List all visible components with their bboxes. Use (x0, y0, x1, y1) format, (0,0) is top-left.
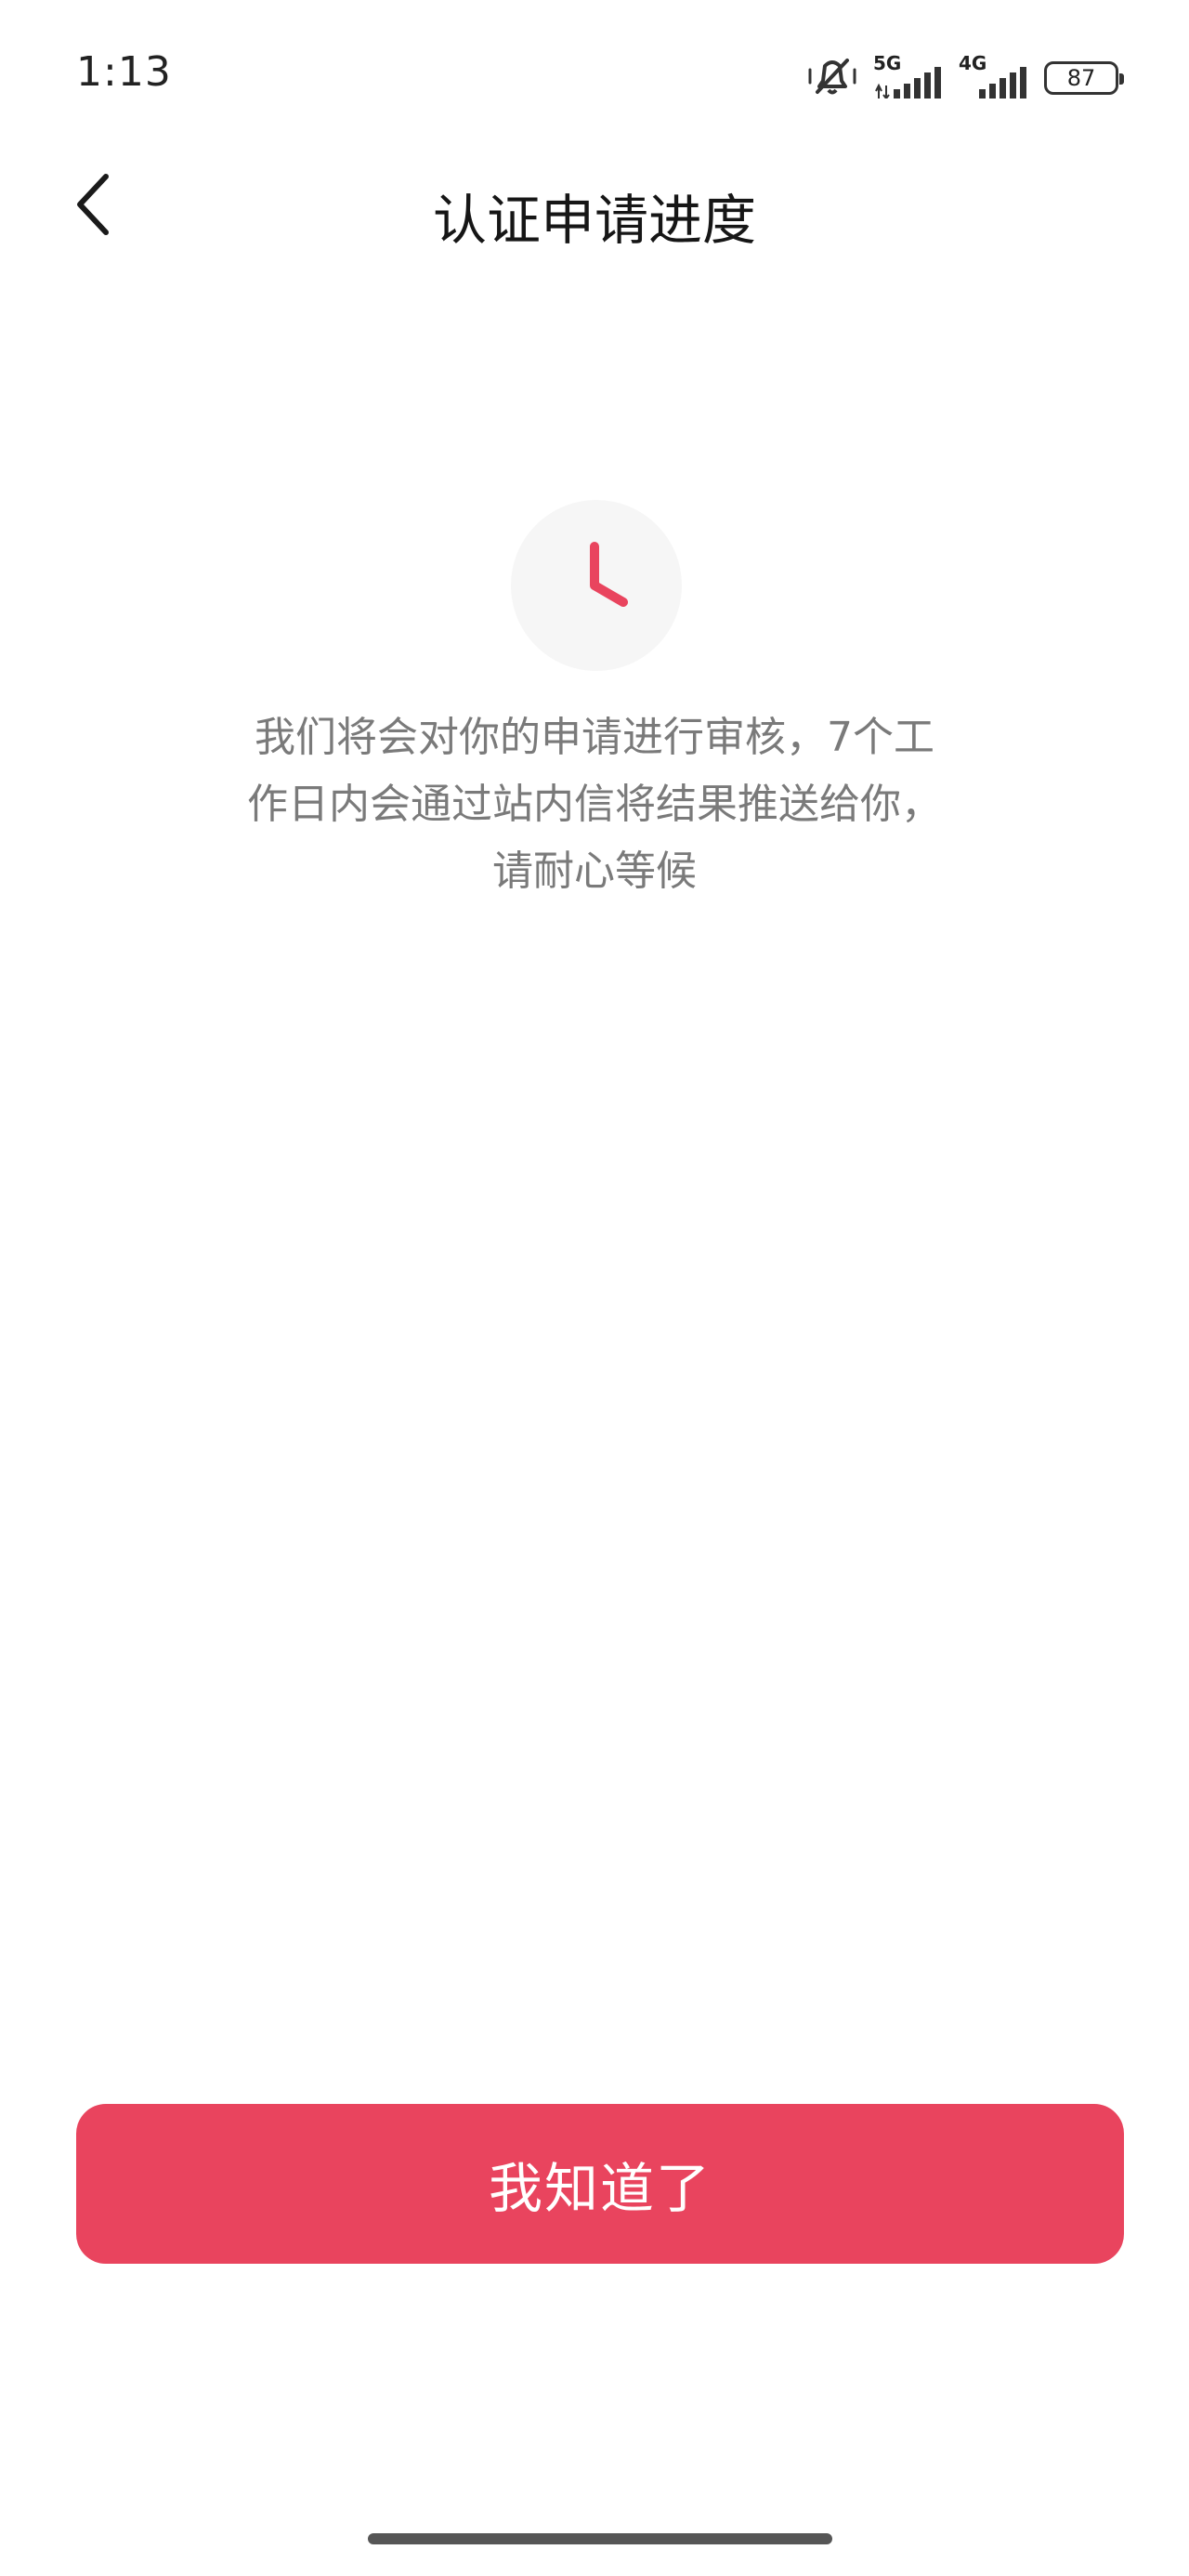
pending-status-badge (511, 500, 682, 671)
header: 认证申请进度 (0, 149, 1189, 269)
home-indicator[interactable] (368, 2533, 832, 2544)
review-message-line-3: 请耐心等候 (492, 848, 697, 895)
review-message-line-2: 作日内会通过站内信将结果推送给你， (247, 781, 942, 828)
status-bar: 1:13 5G 4G 87 (0, 0, 1189, 158)
mute-vibrate-icon (806, 53, 858, 103)
battery-level: 87 (1066, 65, 1096, 91)
confirm-button-label: 我知道了 (488, 2157, 712, 2220)
page-title: 认证申请进度 (432, 189, 756, 252)
status-icons: 5G 4G 87 (806, 52, 1124, 103)
signal-5g-icon: 5G (873, 52, 944, 99)
battery-icon: 87 (1044, 61, 1124, 95)
review-message: 我们将会对你的申请进行审核，7个工 作日内会通过站内信将结果推送给你， 请耐心等… (204, 704, 985, 905)
clock-icon (511, 542, 682, 675)
confirm-button[interactable]: 我知道了 (76, 2104, 1124, 2264)
signal-4g-icon: 4G (959, 52, 1029, 99)
review-message-line-1: 我们将会对你的申请进行审核，7个工 (255, 714, 934, 761)
status-time: 1:13 (76, 48, 172, 96)
